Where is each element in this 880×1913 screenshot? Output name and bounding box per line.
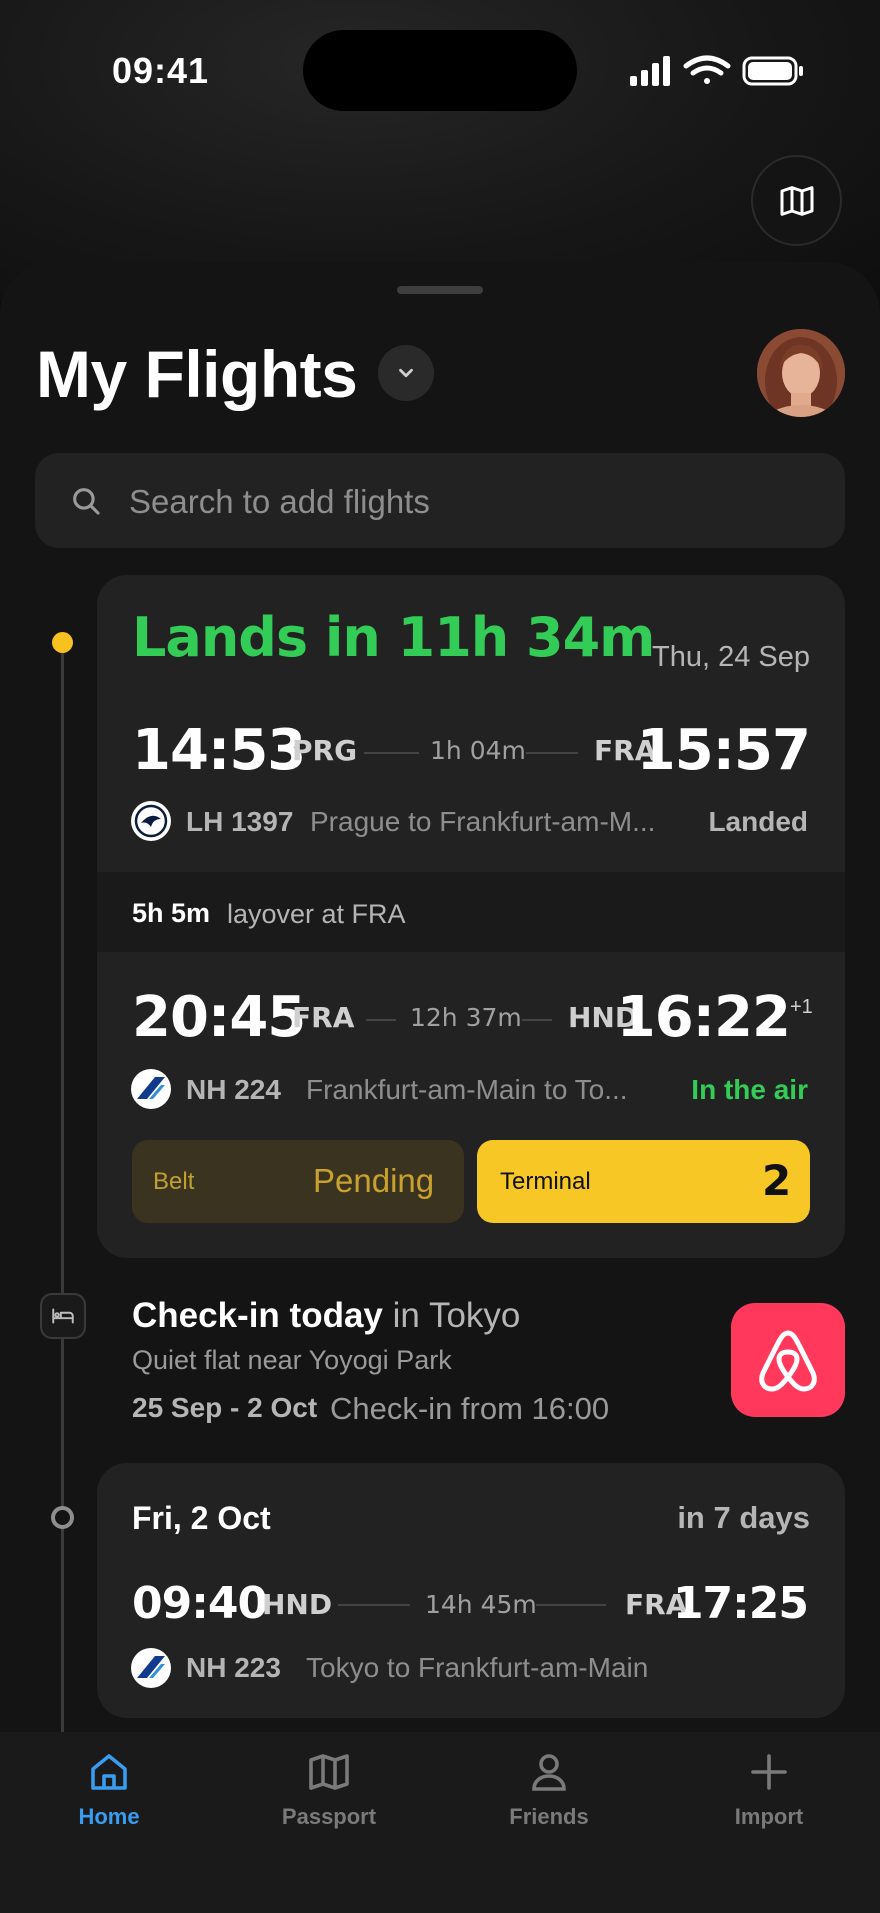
landing-countdown: Lands in 11h 34m — [132, 606, 655, 669]
signal-icon — [630, 56, 670, 86]
route-line-right — [522, 1019, 552, 1021]
tab-import[interactable]: Import — [679, 1748, 859, 1838]
stay-title[interactable]: Check-in today in Tokyo — [132, 1296, 520, 1336]
stay-checkin-time: Check-in from 16:00 — [330, 1391, 610, 1426]
arrival-time: 16:22 — [616, 985, 791, 1050]
battery-icon — [742, 56, 803, 86]
tab-friends-label: Friends — [509, 1804, 589, 1829]
route-line-left — [364, 752, 419, 754]
flight-duration: 14h 45m — [425, 1590, 537, 1619]
flight-number: LH 1397 — [186, 806, 294, 837]
timeline-dot-future — [51, 1506, 74, 1529]
flight-number: NH 223 — [186, 1652, 281, 1683]
stay-checkin-label: Check-in today — [132, 1296, 383, 1335]
arrival-time: 15:57 — [636, 718, 811, 783]
tab-friends[interactable]: Friends — [459, 1748, 639, 1838]
ana-logo — [131, 1069, 171, 1109]
ana-stripe-icon — [137, 1077, 165, 1099]
status-time: 09:41 — [112, 50, 210, 91]
return-date: Fri, 2 Oct — [132, 1500, 271, 1536]
belt-value: Pending — [313, 1162, 435, 1199]
avatar[interactable] — [757, 329, 845, 417]
tab-home-label: Home — [78, 1804, 140, 1829]
departure-airport: HND — [262, 1588, 333, 1621]
map-icon — [309, 1754, 349, 1790]
terminal-value: 2 — [762, 1156, 792, 1205]
airbnb-button[interactable] — [731, 1303, 845, 1417]
layover-text: layover at FRA — [227, 899, 406, 929]
arrival-day-offset: +1 — [790, 996, 813, 1018]
flight-number: NH 224 — [186, 1074, 281, 1105]
chevron-down-icon — [399, 368, 413, 378]
flight-status: Landed — [708, 806, 808, 837]
stay-name: Quiet flat near Yoyogi Park — [132, 1345, 452, 1375]
tab-home[interactable]: Home — [19, 1748, 199, 1838]
return-countdown: in 7 days — [677, 1500, 810, 1535]
ana-stripe-icon — [137, 1656, 165, 1678]
flight-route: Frankfurt-am-Main to To... — [306, 1074, 628, 1105]
route-line-right — [536, 1604, 606, 1606]
ana-logo — [131, 1648, 171, 1688]
home-icon — [91, 1754, 127, 1790]
wifi-icon — [683, 55, 731, 84]
flight-status: In the air — [691, 1074, 808, 1105]
tab-passport[interactable]: Passport — [239, 1748, 419, 1838]
trip-date: Thu, 24 Sep — [652, 641, 810, 673]
arrival-time: 17:25 — [672, 1578, 809, 1629]
search-icon — [73, 488, 100, 515]
flight-route: Prague to Frankfurt-am-M... — [310, 806, 656, 837]
departure-time: 20:45 — [132, 985, 306, 1050]
airbnb-icon — [759, 1330, 817, 1392]
person-icon — [532, 1754, 566, 1791]
avatar-image — [757, 329, 845, 417]
timeline-dot-active — [52, 632, 73, 653]
terminal-label: Terminal — [500, 1168, 591, 1195]
dynamic-island — [303, 30, 577, 111]
bed-icon — [52, 1308, 74, 1324]
flight-duration: 12h 37m — [410, 1003, 522, 1032]
map-button[interactable] — [751, 155, 842, 246]
tab-passport-label: Passport — [281, 1804, 377, 1829]
route-line-left — [338, 1604, 410, 1606]
tab-import-label: Import — [734, 1804, 804, 1829]
flight-duration: 1h 04m — [430, 736, 526, 765]
page-title: My Flights — [36, 337, 358, 411]
map-icon — [780, 185, 813, 216]
departure-airport: FRA — [292, 1001, 355, 1034]
timeline-stay-marker — [40, 1293, 86, 1339]
timeline-line — [61, 640, 64, 1735]
departure-time: 09:40 — [132, 1578, 268, 1629]
departure-airport: PRG — [292, 734, 358, 767]
sheet-grabber[interactable] — [397, 286, 483, 294]
stay-location: in Tokyo — [392, 1296, 521, 1335]
plus-icon — [751, 1754, 787, 1790]
departure-time: 14:53 — [132, 718, 306, 783]
lufthansa-logo — [131, 801, 171, 841]
search-input[interactable] — [127, 453, 811, 550]
route-line-right — [526, 752, 578, 754]
flight-route: Tokyo to Frankfurt-am-Main — [306, 1652, 649, 1683]
layover-duration: 5h 5m — [132, 898, 211, 928]
title-dropdown-button[interactable] — [378, 345, 434, 401]
search-bar[interactable] — [35, 453, 845, 550]
status-icons — [630, 55, 803, 86]
route-line-left — [366, 1019, 396, 1021]
stay-dates: 25 Sep - 2 Oct — [132, 1392, 318, 1423]
belt-label: Belt — [153, 1168, 195, 1195]
crane-icon — [134, 804, 168, 838]
